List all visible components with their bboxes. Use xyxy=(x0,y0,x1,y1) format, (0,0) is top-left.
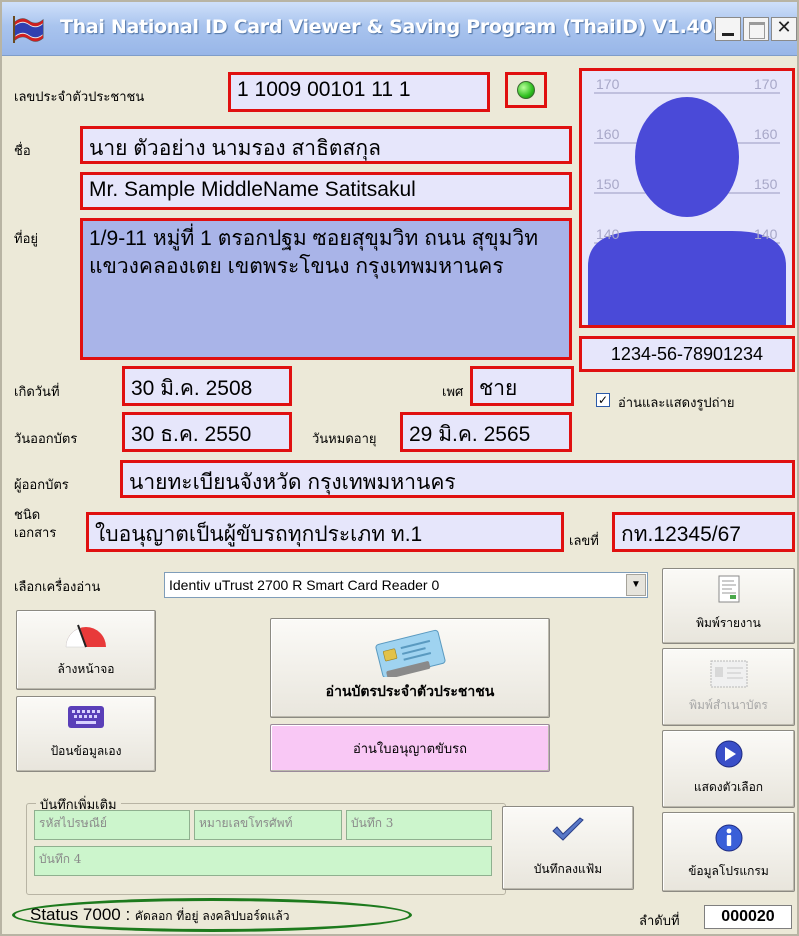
issuer-field[interactable]: นายทะเบียนจังหวัด กรุงเทพมหานคร xyxy=(120,460,795,498)
height-mark-right-160: 160 xyxy=(754,126,778,142)
minimize-button[interactable] xyxy=(715,17,741,41)
doc-type-field[interactable]: ใบอนุญาตเป็นผู้ขับรถทุกประเภท ท.1 xyxy=(86,512,564,552)
show-options-label: แสดงตัวเลือก xyxy=(693,780,764,794)
about-program-label: ข้อมูลโปรแกรม xyxy=(688,864,769,878)
id-copy-icon xyxy=(710,660,747,688)
show-options-button[interactable]: แสดงตัวเลือก xyxy=(662,730,795,808)
sex-field[interactable]: ชาย xyxy=(470,366,574,406)
reader-select-value: Identiv uTrust 2700 R Smart Card Reader … xyxy=(169,577,440,593)
reader-select[interactable]: Identiv uTrust 2700 R Smart Card Reader … xyxy=(164,572,648,598)
show-photo-checkbox[interactable]: ✓ xyxy=(596,393,610,407)
close-button[interactable]: ✕ xyxy=(771,17,797,41)
doc-number-label: เลขที่ xyxy=(569,534,599,549)
note-3-input[interactable]: บันทึก 3 xyxy=(346,810,492,840)
card-status-indicator xyxy=(505,72,547,108)
photo-number-field: 1234-56-78901234 xyxy=(579,336,795,372)
height-mark-left-170: 170 xyxy=(596,76,620,92)
order-number-label: ลำดับที่ xyxy=(639,914,680,929)
clear-screen-button[interactable]: ล้างหน้าจอ xyxy=(16,610,156,690)
birth-date-label: เกิดวันที่ xyxy=(14,385,60,400)
print-report-label: พิมพ์รายงาน xyxy=(696,616,761,630)
phone-number-input[interactable]: หมายเลขโทรศัพท์ xyxy=(194,810,342,840)
thai-flag-icon xyxy=(13,16,44,43)
maximize-button[interactable] xyxy=(743,17,769,41)
sex-label: เพศ xyxy=(442,385,464,400)
main-panel: เลขประจำตัวประชาชน 1 1009 00101 11 1 170… xyxy=(2,56,797,934)
print-copy-button[interactable]: พิมพ์สำเนาบัตร xyxy=(662,648,795,726)
doc-number-field[interactable]: กท.12345/67 xyxy=(612,512,795,552)
reader-label: เลือกเครื่องอ่าน xyxy=(14,580,101,595)
name-english-field[interactable]: Mr. Sample MiddleName Satitsakul xyxy=(80,172,572,210)
app-window: Thai National ID Card Viewer & Saving Pr… xyxy=(0,0,799,936)
save-to-file-label: บันทึกลงแฟ้ม xyxy=(533,862,603,876)
checkmark-icon xyxy=(552,817,584,841)
read-id-card-label: อ่านบัตรประจำตัวประชาชน xyxy=(325,684,495,700)
issuer-label: ผู้ออกบัตร xyxy=(14,478,69,493)
chevron-down-icon[interactable]: ▼ xyxy=(626,574,646,596)
doc-type-label-1: ชนิด xyxy=(14,508,41,523)
birth-date-field[interactable]: 30 มิ.ค. 2508 xyxy=(122,366,292,406)
manual-input-button[interactable]: ป้อนข้อมูลเอง xyxy=(16,696,156,772)
id-number-label: เลขประจำตัวประชาชน xyxy=(14,90,145,105)
read-driving-license-label: อ่านใบอนุญาตขับรถ xyxy=(352,742,468,757)
photo-frame: 170 160 150 140 170 160 150 140 xyxy=(579,68,795,328)
read-id-card-button[interactable]: อ่านบัตรประจำตัวประชาชน xyxy=(270,618,550,718)
issue-date-field[interactable]: 30 ธ.ค. 2550 xyxy=(122,412,292,452)
height-mark-left-140: 140 xyxy=(596,226,620,242)
expiry-date-label: วันหมดอายุ xyxy=(312,432,377,447)
keyboard-icon xyxy=(68,706,104,728)
height-mark-right-140: 140 xyxy=(754,226,778,242)
issue-date-label: วันออกบัตร xyxy=(14,432,78,447)
order-number-field: 000020 xyxy=(704,905,792,929)
name-thai-field[interactable]: นาย ตัวอย่าง นามรอง สาธิตสกุล xyxy=(80,126,572,164)
title-bar[interactable]: Thai National ID Card Viewer & Saving Pr… xyxy=(2,2,797,56)
postal-code-input[interactable]: รหัสไปรษณีย์ xyxy=(34,810,190,840)
address-field[interactable]: 1/9-11 หมู่ที่ 1 ตรอกปฐม ซอยสุขุมวิท ถนน… xyxy=(80,218,572,360)
about-program-button[interactable]: ข้อมูลโปรแกรม xyxy=(662,812,795,892)
expiry-date-field[interactable]: 29 มิ.ค. 2565 xyxy=(400,412,572,452)
height-mark-right-170: 170 xyxy=(754,76,778,92)
print-report-button[interactable]: พิมพ์รายงาน xyxy=(662,568,795,644)
read-driving-license-button[interactable]: อ่านใบอนุญาตขับรถ xyxy=(270,724,550,772)
address-label: ที่อยู่ xyxy=(14,232,38,247)
gauge-icon xyxy=(65,624,106,648)
name-label: ชื่อ xyxy=(14,144,31,159)
height-mark-left-150: 150 xyxy=(596,176,620,192)
note-4-input[interactable]: บันทึก 4 xyxy=(34,846,492,876)
info-icon xyxy=(715,824,742,852)
print-copy-label: พิมพ์สำเนาบัตร xyxy=(689,698,768,712)
window-title: Thai National ID Card Viewer & Saving Pr… xyxy=(60,16,733,38)
manual-input-label: ป้อนข้อมูลเอง xyxy=(50,744,122,758)
smart-card-icon xyxy=(375,629,446,677)
status-code: Status 7000 : xyxy=(30,905,131,924)
play-icon xyxy=(715,740,742,768)
id-number-field[interactable]: 1 1009 00101 11 1 xyxy=(228,72,490,112)
clear-screen-label: ล้างหน้าจอ xyxy=(57,662,115,676)
green-led-icon xyxy=(517,81,535,99)
status-message: คัดลอก ที่อยู่ ลงคลิปบอร์ดแล้ว xyxy=(134,909,290,923)
person-silhouette-icon: 170 160 150 140 170 160 150 140 xyxy=(588,76,786,325)
document-icon xyxy=(718,575,739,603)
height-mark-left-160: 160 xyxy=(596,126,620,142)
doc-type-label-2: เอกสาร xyxy=(14,526,57,541)
status-text: Status 7000 : คัดลอก ที่อยู่ ลงคลิปบอร์ด… xyxy=(30,905,289,926)
save-to-file-button[interactable]: บันทึกลงแฟ้ม xyxy=(502,806,634,890)
show-photo-label: อ่านและแสดงรูปถ่าย xyxy=(618,396,735,411)
height-mark-right-150: 150 xyxy=(754,176,778,192)
